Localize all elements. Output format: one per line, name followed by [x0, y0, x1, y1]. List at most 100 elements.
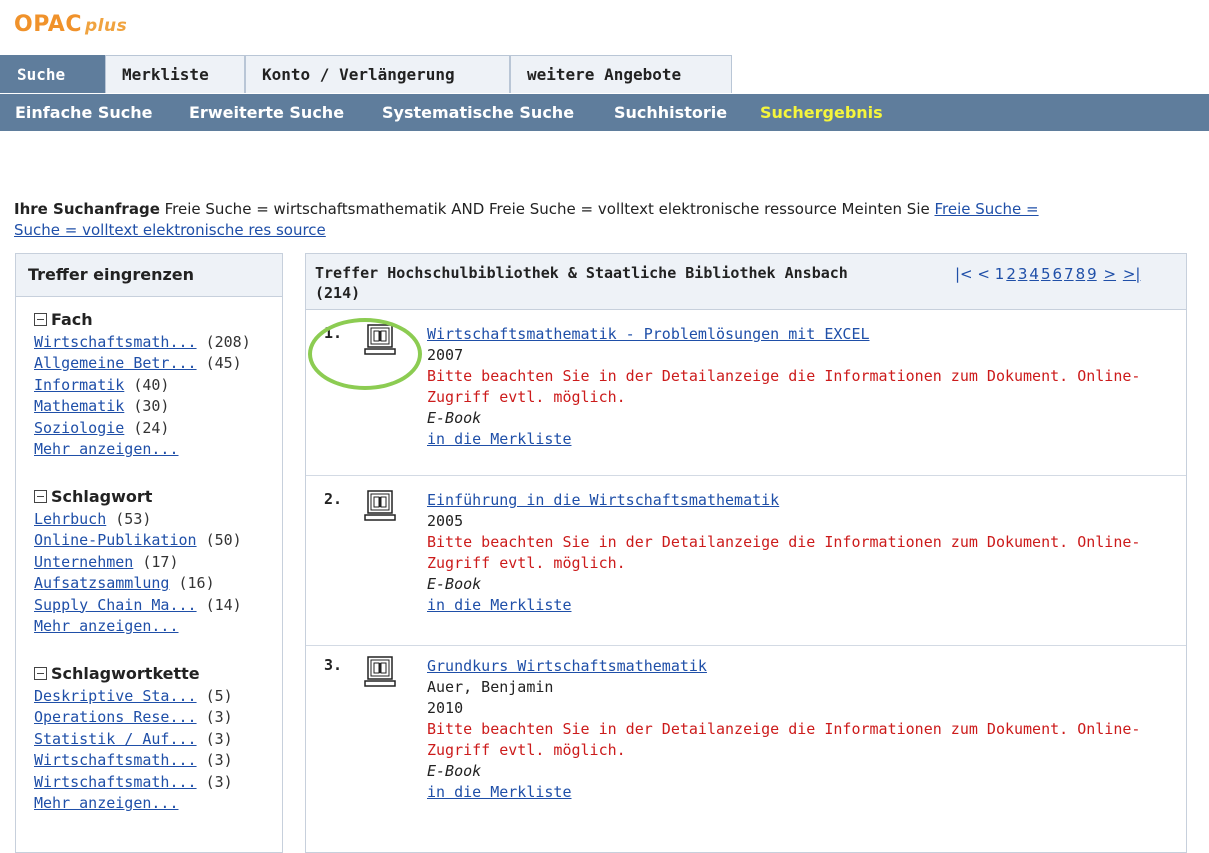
ebook-computer-icon [364, 490, 396, 521]
query-text: Freie Suche = wirtschaftsmathematik AND … [159, 200, 935, 218]
facet-count: (3) [205, 729, 233, 748]
more-link[interactable]: Mehr anzeigen... [34, 440, 179, 458]
subnav-systematische-suche[interactable]: Systematische Suche [382, 94, 574, 131]
result-type: E-Book [427, 762, 482, 780]
result-body: Grundkurs Wirtschaftsmathematik Auer, Be… [427, 656, 1167, 803]
results-header: Treffer Hochschulbibliothek & Staatliche… [306, 254, 1186, 310]
facet-link[interactable]: Wirtschaftsmath... [34, 773, 197, 791]
facet-link[interactable]: Wirtschaftsmath... [34, 751, 197, 769]
subnav-erweiterte-suche[interactable]: Erweiterte Suche [189, 94, 344, 131]
results-title: Treffer Hochschulbibliothek & Staatliche… [315, 264, 848, 302]
result-item: 2. Einführung in die Wirtschaftsmathemat… [306, 484, 1186, 646]
facet-link[interactable]: Wirtschaftsmath... [34, 333, 197, 351]
tab-weitere-angebote[interactable]: weitere Angebote [510, 55, 732, 93]
facet-link[interactable]: Statistik / Auf... [34, 730, 197, 748]
result-title-link[interactable]: Grundkurs Wirtschaftsmathematik [427, 657, 707, 675]
facet-schlagwort: Schlagwort Lehrbuch (53) Online-Publikat… [34, 486, 242, 638]
facet-title: Schlagwort [51, 487, 153, 506]
next-page-button[interactable]: > [1103, 265, 1116, 283]
first-page-button[interactable]: |< [955, 265, 973, 283]
facet-link[interactable]: Allgemeine Betr... [34, 354, 197, 372]
ebook-computer-icon [364, 656, 396, 687]
result-warning: Bitte beachten Sie in der Detailanzeige … [427, 533, 1141, 572]
facet-link[interactable]: Aufsatzsammlung [34, 574, 169, 592]
facet-fach: Fach Wirtschaftsmath... (208) Allgemeine… [34, 309, 251, 461]
result-item: 1. Wirtschaftsmathematik - Problemlösung… [306, 318, 1186, 476]
main-tabs: Suche Merkliste Konto / Verlängerung wei… [0, 55, 1209, 94]
sidebar-title: Treffer eingrenzen [16, 254, 282, 297]
more-link[interactable]: Mehr anzeigen... [34, 794, 179, 812]
facet-link[interactable]: Lehrbuch [34, 510, 106, 528]
facet-link[interactable]: Soziologie [34, 419, 124, 437]
result-warning: Bitte beachten Sie in der Detailanzeige … [427, 367, 1141, 406]
collapse-minus-icon[interactable] [34, 313, 47, 326]
subnav-suchergebnis[interactable]: Suchergebnis [760, 94, 883, 131]
page-link[interactable]: 9 [1087, 265, 1097, 283]
result-year: 2007 [427, 346, 464, 364]
facet-link[interactable]: Unternehmen [34, 553, 133, 571]
query-suggestion-link[interactable]: Freie Suche = [934, 200, 1038, 218]
page-link[interactable]: 3 [1018, 265, 1028, 283]
facet-link[interactable]: Deskriptive Sta... [34, 687, 197, 705]
facet-link[interactable]: Mathematik [34, 397, 124, 415]
more-link[interactable]: Mehr anzeigen... [34, 617, 179, 635]
result-body: Einführung in die Wirtschaftsmathematik … [427, 490, 1167, 616]
result-year: 2010 [427, 699, 464, 717]
add-to-watchlist-link[interactable]: in die Merkliste [427, 430, 572, 448]
facet-link[interactable]: Informatik [34, 376, 124, 394]
facet-title: Schlagwortkette [51, 664, 200, 683]
facet-count: (208) [205, 332, 251, 351]
prev-page-button[interactable]: < [977, 265, 990, 283]
subnav-suchhistorie[interactable]: Suchhistorie [614, 94, 727, 131]
facet-count: (16) [178, 574, 215, 592]
query-suggestion-link-cont[interactable]: Suche = volltext elektronische res sourc… [14, 221, 326, 239]
result-author: Auer, Benjamin [427, 678, 554, 696]
results-panel: Treffer Hochschulbibliothek & Staatliche… [305, 253, 1187, 853]
result-title-link[interactable]: Wirtschaftsmathematik - Problemlösungen … [427, 325, 870, 343]
facet-count: (30) [133, 397, 170, 415]
facet-count: (40) [133, 375, 170, 394]
facet-count: (53) [115, 509, 152, 528]
result-title-link[interactable]: Einführung in die Wirtschaftsmathematik [427, 491, 779, 509]
last-page-button[interactable]: >| [1123, 265, 1141, 283]
collapse-minus-icon[interactable] [34, 667, 47, 680]
page-link[interactable]: 2 [1006, 265, 1016, 283]
tab-suche[interactable]: Suche [0, 55, 105, 93]
facet-count: (50) [205, 531, 242, 549]
add-to-watchlist-link[interactable]: in die Merkliste [427, 783, 572, 801]
sub-navigation: Einfache Suche Erweiterte Suche Systemat… [0, 94, 1209, 131]
tab-konto[interactable]: Konto / Verlängerung [245, 55, 510, 93]
result-type: E-Book [427, 409, 482, 427]
subnav-einfache-suche[interactable]: Einfache Suche [15, 94, 153, 131]
page-link[interactable]: 5 [1041, 265, 1051, 283]
search-query: Ihre Suchanfrage Freie Suche = wirtschaf… [14, 199, 1209, 241]
result-type: E-Book [427, 575, 482, 593]
page-link[interactable]: 8 [1076, 265, 1086, 283]
facet-count: (24) [133, 418, 170, 437]
add-to-watchlist-link[interactable]: in die Merkliste [427, 596, 572, 614]
result-number: 3. [324, 656, 343, 674]
opac-logo: OPAC plus [14, 12, 128, 37]
facet-count: (14) [205, 595, 242, 614]
result-warning: Bitte beachten Sie in der Detailanzeige … [427, 720, 1141, 759]
query-label: Ihre Suchanfrage [14, 200, 160, 218]
tab-merkliste[interactable]: Merkliste [105, 55, 245, 93]
facet-count: (5) [205, 686, 233, 705]
facet-sidebar: Treffer eingrenzen Fach Wirtschaftsmath.… [15, 253, 283, 853]
page-link[interactable]: 6 [1053, 265, 1063, 283]
facet-link[interactable]: Operations Rese... [34, 708, 197, 726]
page-link[interactable]: 4 [1029, 265, 1039, 283]
highlight-circle [308, 318, 422, 390]
result-number: 2. [324, 490, 343, 508]
facet-link[interactable]: Online-Publikation [34, 531, 197, 549]
facet-count: (3) [205, 751, 233, 769]
facet-title: Fach [51, 310, 93, 329]
result-year: 2005 [427, 512, 464, 530]
page-link[interactable]: 7 [1064, 265, 1074, 283]
facet-count: (17) [142, 552, 179, 571]
facet-count: (45) [205, 354, 242, 372]
current-page: 1 [994, 265, 1005, 283]
collapse-minus-icon[interactable] [34, 490, 47, 503]
result-item: 3. Grundkurs Wirtschaftsmathematik Auer,… [306, 650, 1186, 836]
facet-link[interactable]: Supply Chain Ma... [34, 596, 197, 614]
